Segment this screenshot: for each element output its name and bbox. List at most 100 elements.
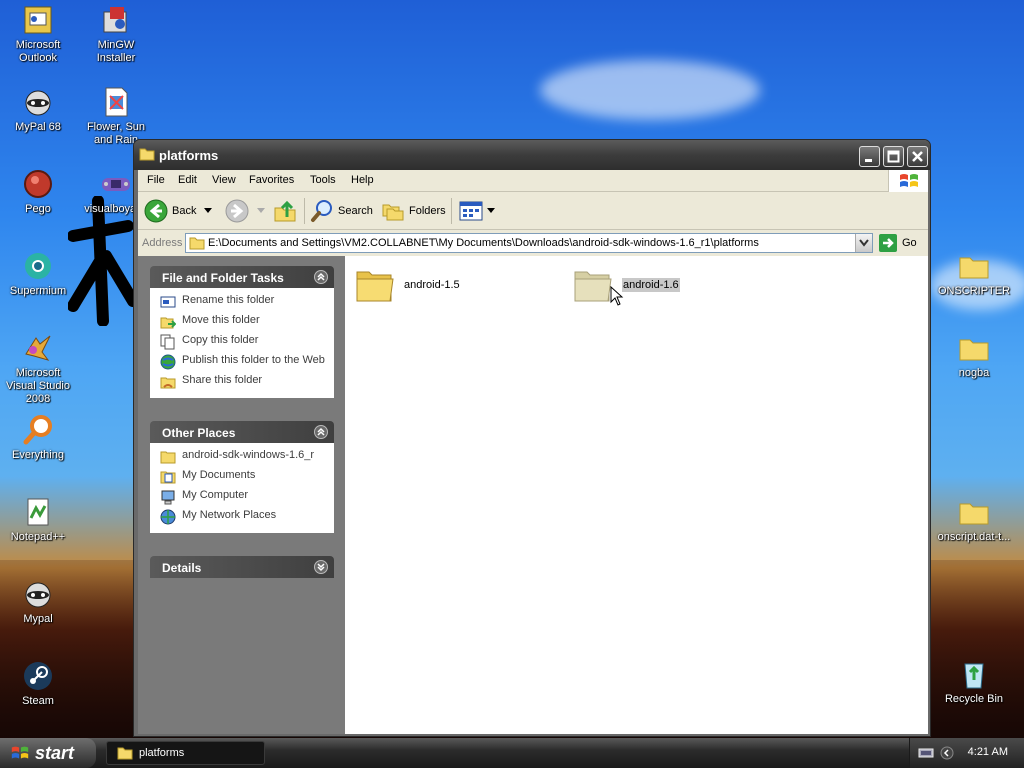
start-button[interactable]: start: [0, 738, 96, 768]
desktop-icon-recycle-bin[interactable]: Recycle Bin: [936, 658, 1012, 706]
globe-icon: [160, 354, 176, 370]
pego-icon: [24, 170, 52, 198]
desktop-icon-flower-sun-rain[interactable]: Flower, Sun and Rain: [78, 86, 154, 147]
close-button[interactable]: [907, 146, 928, 167]
explorer-window[interactable]: platforms File Edit View Favorites Tools…: [133, 139, 931, 737]
my-computer-icon: [161, 490, 175, 505]
chevron-down-icon[interactable]: [204, 208, 213, 214]
collapse-icon[interactable]: [314, 270, 328, 284]
desktop-icon-everything[interactable]: Everything: [0, 414, 76, 462]
details-group: Details: [150, 556, 334, 578]
expand-icon[interactable]: [314, 560, 328, 574]
network-icon: [160, 509, 176, 525]
menu-favorites[interactable]: Favorites: [249, 174, 294, 186]
visual-studio-icon: [25, 335, 51, 361]
chevron-down-icon[interactable]: [487, 208, 495, 214]
document-icon: [105, 87, 128, 117]
move-folder-task[interactable]: Move this folder: [160, 314, 326, 330]
share-folder-task[interactable]: Share this folder: [160, 374, 326, 390]
other-places-group: Other Places android-sdk-windows-1.6_r M…: [150, 421, 334, 533]
close-icon: [912, 151, 923, 162]
desktop-icon-pego[interactable]: Pego: [0, 168, 76, 216]
up-folder-button[interactable]: [273, 197, 297, 225]
address-dropdown-button[interactable]: [855, 234, 872, 252]
task-pane: File and Folder Tasks Rename this folder…: [138, 256, 345, 734]
menu-help[interactable]: Help: [351, 174, 374, 186]
minimize-button[interactable]: [859, 146, 880, 167]
folder-icon: [117, 747, 133, 760]
address-label: Address: [142, 237, 183, 249]
address-path: E:\Documents and Settings\VM2.COLLABNET\…: [208, 237, 759, 249]
publish-folder-task[interactable]: Publish this folder to the Web: [160, 354, 326, 370]
clock[interactable]: 4:21 AM: [968, 746, 1008, 758]
desktop-icon-onscripter[interactable]: ONSCRIPTER: [936, 250, 1012, 298]
copy-folder-task[interactable]: Copy this folder: [160, 334, 326, 350]
folder-icon: [959, 339, 989, 361]
mypal-icon: [25, 90, 51, 116]
taskbar-item-platforms[interactable]: platforms: [106, 741, 265, 765]
menu-edit[interactable]: Edit: [178, 174, 197, 186]
desktop-icon-outlook[interactable]: Microsoft Outlook: [0, 4, 76, 65]
menu-file[interactable]: File: [147, 174, 165, 186]
go-label: Go: [902, 237, 917, 249]
show-hidden-icons-icon[interactable]: [940, 746, 954, 760]
folders-icon: [382, 204, 404, 221]
forward-arrow-icon: [225, 199, 249, 223]
folder-label: android-1.5: [404, 279, 460, 291]
folder-icon: [959, 503, 989, 525]
place-my-network[interactable]: My Network Places: [160, 509, 326, 525]
cloud-decoration: [540, 60, 760, 120]
desktop-icon-mypal[interactable]: Mypal: [0, 578, 76, 626]
desktop-icon-mypal68[interactable]: MyPal 68: [0, 86, 76, 134]
folder-item-android-1-5[interactable]: android-1.5: [355, 266, 460, 304]
desktop-icon-steam[interactable]: Steam: [0, 660, 76, 708]
views-button[interactable]: [459, 197, 495, 225]
desktop-icon-notepadpp[interactable]: Notepad++: [0, 496, 76, 544]
toolbar: Back Search Folders: [138, 192, 928, 230]
desktop-icon-onscript-dat[interactable]: onscript.dat-t...: [936, 496, 1012, 544]
folder-label: android-1.6: [622, 278, 680, 292]
share-folder-icon: [160, 377, 176, 389]
title-bar[interactable]: platforms: [134, 140, 930, 170]
folder-icon: [574, 271, 612, 302]
move-icon: [160, 317, 176, 329]
maximize-button[interactable]: [883, 146, 904, 167]
mypal-icon: [25, 582, 51, 608]
windows-logo: [888, 170, 928, 192]
recycle-bin-icon: [964, 663, 984, 689]
menu-view[interactable]: View: [212, 174, 236, 186]
other-places-list: android-sdk-windows-1.6_r My Documents M…: [150, 443, 334, 533]
folders-label: Folders: [409, 205, 446, 217]
desktop-icon-mingw[interactable]: MinGW Installer: [78, 4, 154, 65]
folders-button[interactable]: Folders: [381, 197, 446, 225]
folder-icon: [139, 148, 155, 161]
desktop-icon-nogba[interactable]: nogba: [936, 332, 1012, 380]
forward-button[interactable]: [225, 197, 265, 225]
folder-item-android-1-6[interactable]: android-1.6: [573, 266, 680, 304]
network-tray-icon[interactable]: [918, 747, 934, 759]
address-input[interactable]: E:\Documents and Settings\VM2.COLLABNET\…: [185, 233, 873, 253]
rename-folder-task[interactable]: Rename this folder: [160, 294, 326, 310]
windows-flag-icon: [900, 174, 918, 187]
desktop-icon-visual-studio[interactable]: Microsoft Visual Studio 2008: [0, 332, 76, 406]
search-icon: [311, 200, 332, 222]
other-places-header[interactable]: Other Places: [150, 421, 334, 443]
file-folder-tasks-header[interactable]: File and Folder Tasks: [150, 266, 334, 288]
details-header[interactable]: Details: [150, 556, 334, 578]
desktop-icon-supermium[interactable]: Supermium: [0, 250, 76, 298]
place-my-documents[interactable]: My Documents: [160, 469, 326, 485]
back-arrow-icon: [144, 199, 168, 223]
go-button[interactable]: Go: [879, 234, 917, 252]
file-folder-tasks-list: Rename this folder Move this folder Copy…: [150, 288, 334, 398]
up-folder-icon: [274, 200, 296, 222]
place-my-computer[interactable]: My Computer: [160, 489, 326, 505]
file-list[interactable]: android-1.5 android-1.6: [345, 256, 928, 734]
place-android-sdk[interactable]: android-sdk-windows-1.6_r: [160, 449, 326, 465]
menu-bar: File Edit View Favorites Tools Help: [138, 170, 928, 192]
back-button[interactable]: Back: [144, 197, 213, 225]
menu-tools[interactable]: Tools: [310, 174, 336, 186]
views-icon: [459, 201, 483, 221]
go-arrow-icon: [879, 234, 897, 252]
search-button[interactable]: Search: [310, 197, 373, 225]
collapse-icon[interactable]: [314, 425, 328, 439]
